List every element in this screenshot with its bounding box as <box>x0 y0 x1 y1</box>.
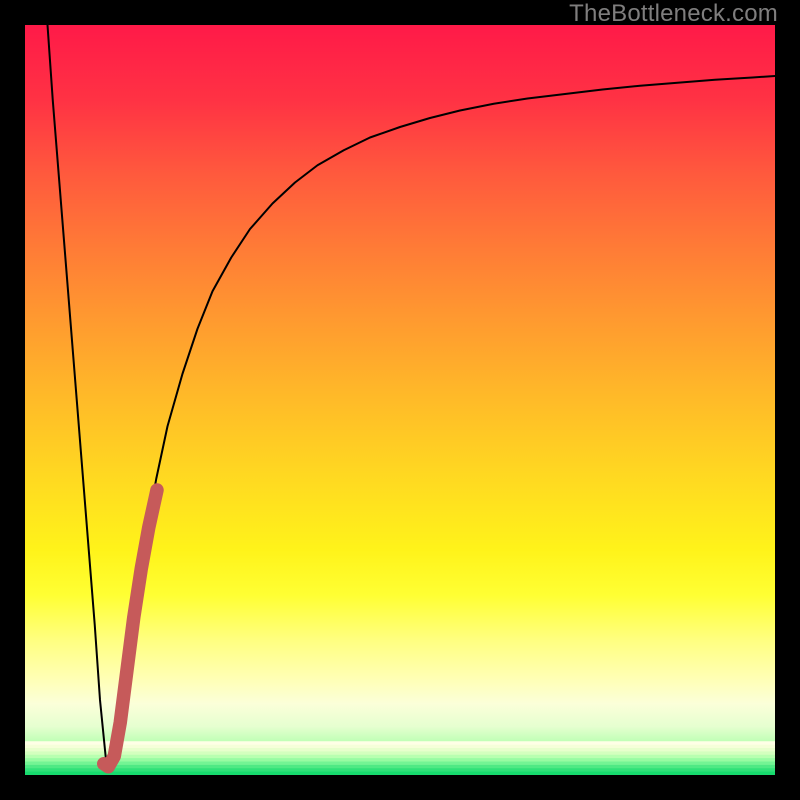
chart-frame: TheBottleneck.com <box>0 0 800 800</box>
green-band <box>25 741 775 775</box>
watermark-text: TheBottleneck.com <box>569 0 778 28</box>
chart-svg <box>25 25 775 775</box>
chart-background <box>25 25 775 775</box>
plot-area <box>25 25 775 775</box>
